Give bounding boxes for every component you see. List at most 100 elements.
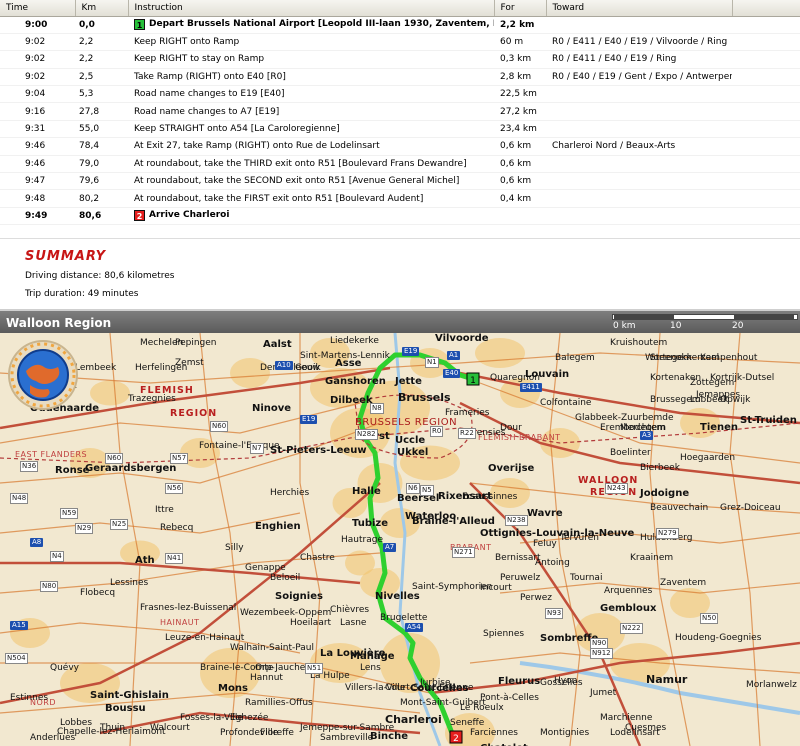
cell-km: 80,6 [75, 207, 128, 226]
table-row[interactable]: 9:02 2,2 Keep RIGHT to stay on Ramp 0,3 km R… [0, 50, 800, 69]
table-row[interactable]: 9:02 2,5 Take Ramp (RIGHT) onto E40 [R0] 2,… [0, 68, 800, 87]
table-row[interactable]: 9:00 0,0 1 Depart Brussels National Airport… [0, 16, 800, 34]
road-label: N36 [20, 461, 39, 472]
table-row[interactable]: 9:16 27,8 Road name changes to A7 [E19] 27,… [0, 102, 800, 121]
place-label: Hoeilaart [290, 618, 332, 628]
road-label: R0 [430, 426, 444, 437]
trip-duration: Trip duration: 49 minutes [25, 289, 139, 299]
col-time[interactable]: Time [0, 0, 76, 17]
place-label: Jemeppe-sur-Sambre [300, 723, 395, 733]
road-label: N60 [210, 421, 229, 432]
town-label: Boussu [105, 703, 146, 714]
town-label: Enghien [255, 521, 301, 532]
place-label: Lens [360, 663, 381, 673]
cell-for: 0,6 km [494, 155, 546, 174]
place-label: Morlanwelz [746, 680, 797, 690]
svg-text:1: 1 [470, 376, 476, 386]
place-label: Montignies [540, 728, 590, 738]
town-label: Ronse [55, 465, 90, 476]
road-label: A15 [10, 621, 28, 630]
instruction-text: At roundabout, take the SECOND exit onto… [134, 176, 460, 187]
place-label: Braine-le-Comte [200, 663, 274, 673]
city-label: Brussels [398, 391, 451, 404]
place-label: Walhain-Saint-Paul [230, 643, 314, 653]
place-label: Hannut [250, 673, 283, 683]
place-label: Tervuren [560, 533, 599, 543]
place-label: Grez-Doiceau [720, 503, 781, 513]
cell-blank [732, 189, 800, 208]
town-label: Tubize [352, 518, 389, 529]
cell-instruction: At roundabout, take the THIRD exit onto … [128, 155, 494, 174]
place-label: Marchienne [600, 713, 653, 723]
place-label: Jumet [590, 688, 617, 698]
table-row[interactable]: 9:49 80,6 2 Arrive Charleroi [0, 207, 800, 226]
col-for[interactable]: For [494, 0, 547, 17]
road-label: N48 [10, 493, 29, 504]
cell-for: 2,8 km [494, 68, 546, 87]
town-label: Tienen [700, 422, 739, 433]
table-row[interactable]: 9:31 55,0 Keep STRAIGHT onto A54 [La Carol… [0, 120, 800, 139]
instruction-text: At Exit 27, take Ramp (RIGHT) onto Rue d… [134, 141, 380, 152]
col-instruction[interactable]: Instruction [128, 0, 495, 17]
cell-km: 79,6 [75, 172, 128, 191]
table-row[interactable]: 9:46 79,0 At roundabout, take the THIRD ex… [0, 155, 800, 174]
col-blank [732, 0, 800, 17]
cell-km: 2,5 [75, 68, 128, 87]
table-row[interactable]: 9:47 79,6 At roundabout, take the SECOND e… [0, 172, 800, 191]
place-label: Beloeil [270, 573, 301, 583]
place-label: Court-Saint-Etienne [385, 683, 474, 693]
town-label: Ukkel [397, 447, 429, 458]
cell-time: 9:47 [0, 172, 75, 191]
road-label: N282 [355, 429, 378, 440]
place-label: Feluy [533, 539, 557, 549]
cell-time: 9:04 [0, 85, 75, 104]
cell-blank [732, 102, 800, 121]
table-row[interactable]: 9:48 80,2 At roundabout, take the FIRST ex… [0, 189, 800, 208]
place-label: Houdeng-Goegnies [675, 633, 762, 643]
cell-for: 27,2 km [494, 102, 546, 121]
town-label: St-Pieters-Leeuw [270, 445, 367, 456]
place-label: Pepingen [175, 338, 217, 348]
cell-for: 0,3 km [494, 50, 546, 69]
town-label: Uccle [395, 435, 426, 446]
cell-time: 9:16 [0, 102, 75, 121]
town-label: Mons [218, 683, 248, 694]
col-toward[interactable]: Toward [546, 0, 733, 17]
town-label: Ninove [252, 403, 292, 414]
place-label: Kraainem [630, 553, 674, 563]
instruction-text: Arrive Charleroi [149, 210, 230, 221]
place-label: Leuze-en-Hainaut [165, 633, 245, 643]
place-label: Herchies [270, 488, 310, 498]
cell-toward: R0 / E411 / E40 / E19 / Ring [546, 50, 732, 69]
place-label: Seneffe [450, 718, 485, 728]
table-row[interactable]: 9:04 5,3 Road name changes to E19 [E40] 22,… [0, 85, 800, 104]
town-label: Braine-l'Alleud [412, 516, 495, 527]
place-label: Glabbeek-Zuurbemde [575, 413, 674, 423]
cell-time: 9:02 [0, 50, 75, 69]
col-km[interactable]: Km [75, 0, 129, 17]
route-map[interactable]: 12 FLEMISH REGION BRUSSELS REGION FLEMISH B… [0, 333, 800, 746]
road-label: E19 [300, 415, 318, 424]
place-label: Eghezée [230, 713, 269, 723]
start-marker: 1 [466, 372, 480, 386]
cell-for [494, 207, 546, 226]
place-label: Frameries [445, 408, 490, 418]
map-header: Walloon Region 0 km 10 20 [0, 309, 800, 333]
place-label: Boelinter [610, 448, 651, 458]
road-label: N80 [40, 581, 59, 592]
table-row[interactable]: 9:02 2,2 Keep RIGHT onto Ramp 60 m R0 / E411… [0, 33, 800, 52]
cell-instruction: Keep STRAIGHT onto A54 [La Caroloregienn… [128, 120, 494, 139]
place-label: Bierbeek [640, 463, 680, 473]
road-label: N41 [165, 553, 184, 564]
place-label: Sambreville [320, 733, 374, 743]
road-label: N1 [425, 357, 439, 368]
road-label: N8 [370, 403, 384, 414]
cell-toward [546, 189, 732, 208]
cell-instruction: Keep RIGHT onto Ramp [128, 33, 494, 52]
place-label: Erembodegem [600, 423, 666, 433]
cell-blank [732, 155, 800, 174]
cell-time: 9:48 [0, 189, 75, 208]
table-row[interactable]: 9:46 78,4 At Exit 27, take Ramp (RIGHT) on… [0, 137, 800, 156]
cell-km: 5,3 [75, 85, 128, 104]
table-header: Time Km Instruction For Toward [0, 0, 800, 17]
